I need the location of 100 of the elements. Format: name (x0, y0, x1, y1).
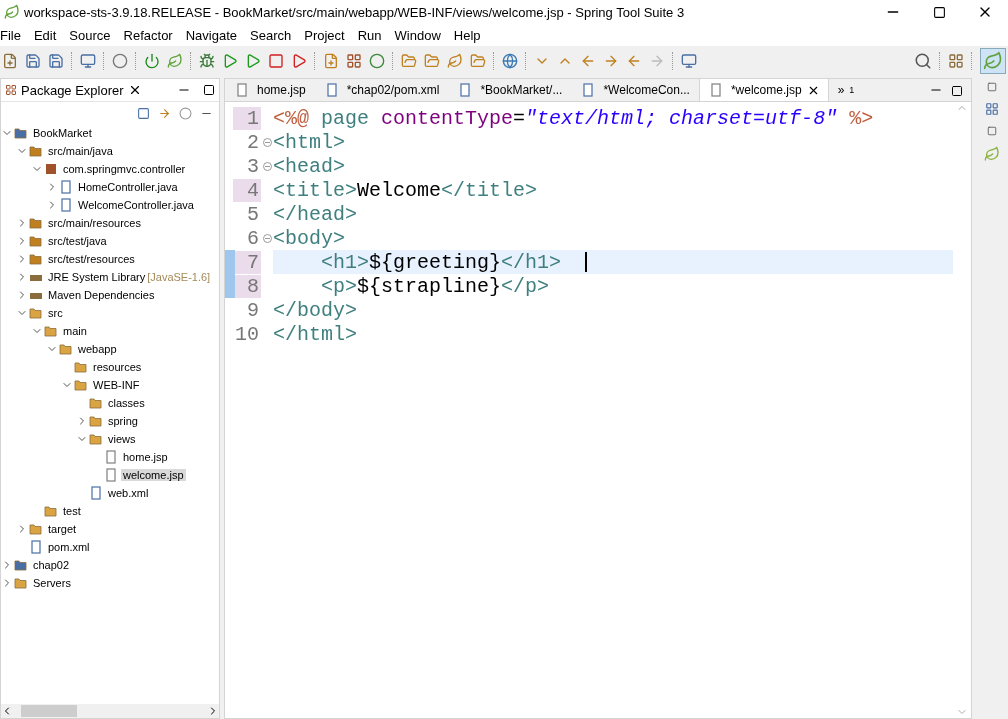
open-resource-icon[interactable] (424, 53, 440, 69)
folder-icon (29, 306, 43, 320)
line-number: 7 (233, 250, 261, 274)
tree-item[interactable]: web.xml (106, 487, 151, 499)
menu-item[interactable]: Source (62, 27, 117, 43)
tree-item[interactable]: src/main/resources (46, 217, 143, 229)
search-icon[interactable] (914, 52, 932, 70)
open-type-icon[interactable] (401, 53, 417, 69)
tree-item[interactable]: src/main/java (46, 145, 115, 157)
power-icon[interactable] (144, 53, 160, 69)
file-icon (104, 468, 118, 482)
open-console-icon[interactable] (681, 53, 697, 69)
menu-item[interactable]: Edit (26, 27, 63, 43)
open-perspective-icon[interactable] (948, 53, 964, 69)
folder-icon[interactable] (470, 53, 486, 69)
java-file-icon (59, 198, 73, 212)
editor-tab[interactable]: home.jsp (225, 78, 315, 101)
collapse-all-icon[interactable] (137, 106, 150, 120)
line-number: 3 (246, 154, 260, 178)
menu-item[interactable]: Project (297, 27, 351, 43)
menu-item[interactable]: Window (387, 27, 447, 43)
tree-item[interactable]: classes (106, 397, 147, 409)
leaf-icon[interactable] (167, 53, 183, 69)
tree-item-decoration: [JavaSE-1.6] (147, 271, 211, 283)
file-icon (104, 450, 118, 464)
tree-item[interactable]: main (61, 325, 89, 337)
maximize-icon[interactable] (932, 5, 946, 19)
fold-icon[interactable] (262, 161, 272, 171)
more-tabs-button[interactable]: » 1 (828, 78, 864, 101)
tree-item[interactable]: spring (106, 415, 140, 427)
debug-icon[interactable] (199, 53, 215, 69)
code-line: <html> (273, 130, 345, 154)
tree-item[interactable]: HomeController.java (76, 181, 180, 193)
external-tool-icon[interactable] (291, 53, 307, 69)
perspective-icon[interactable] (980, 48, 1006, 74)
tree-item[interactable]: com.springmvc.controller (61, 163, 188, 175)
run-server-icon[interactable] (245, 53, 261, 69)
save-icon[interactable] (25, 53, 41, 69)
tree-item[interactable]: home.jsp (121, 451, 170, 463)
stop-icon[interactable] (268, 53, 284, 69)
menu-item[interactable]: Search (243, 27, 298, 43)
focus-icon[interactable] (179, 106, 192, 120)
tree-item[interactable]: target (46, 523, 79, 535)
tree-item[interactable]: views (106, 433, 138, 445)
line-number: 9 (246, 298, 260, 322)
globe-icon[interactable] (502, 53, 518, 69)
code-line: <body> (273, 226, 345, 250)
back-icon[interactable] (626, 53, 642, 69)
tree-item[interactable]: BookMarket (31, 127, 94, 139)
line-number: 4 (233, 178, 261, 202)
tree-item[interactable]: welcome.jsp (121, 469, 186, 481)
editor-tab[interactable]: *WelcomeCon... (571, 78, 699, 101)
forward-edit-icon[interactable] (603, 53, 619, 69)
tree-item[interactable]: WEB-INF (91, 379, 142, 391)
code-line: <title>Welcome</title> (273, 178, 538, 202)
editor-tab[interactable]: *welcome.jsp (698, 78, 829, 101)
tree-item[interactable]: Maven Dependencies (46, 289, 157, 301)
tree-item[interactable]: pom.xml (46, 541, 92, 553)
tree-item[interactable]: JRE System Library (46, 271, 148, 283)
menu-item[interactable]: Navigate (178, 27, 243, 43)
panel-title[interactable]: Package Explorer (21, 82, 124, 98)
menu-item[interactable]: File (0, 27, 27, 43)
tree-item[interactable]: src (46, 307, 65, 319)
fold-icon[interactable] (262, 137, 272, 147)
restore-icon[interactable] (987, 82, 997, 92)
forward-icon[interactable] (649, 53, 665, 69)
maximize-icon[interactable] (951, 85, 963, 97)
scrollbar-thumb[interactable] (21, 705, 77, 717)
spring-explorer-icon[interactable] (984, 146, 1000, 162)
restore-icon[interactable] (987, 126, 997, 136)
fold-icon[interactable] (262, 233, 272, 243)
file-icon (235, 83, 249, 97)
folder-icon (74, 378, 88, 392)
menu-item[interactable]: Run (350, 27, 388, 43)
monitor-icon[interactable] (80, 53, 96, 69)
save-all-icon[interactable] (48, 53, 64, 69)
last-edit-icon[interactable] (580, 53, 596, 69)
tree-item[interactable]: test (61, 505, 83, 517)
tree-item[interactable]: webapp (76, 343, 119, 355)
new-package-icon[interactable] (346, 53, 362, 69)
code-line: <h1>${greeting}</h1> (320, 250, 562, 274)
line-number: 5 (246, 202, 260, 226)
maximize-icon[interactable] (203, 84, 215, 96)
new-file-icon[interactable] (2, 53, 18, 69)
tree-item[interactable]: resources (91, 361, 144, 373)
link-editor-icon[interactable] (158, 106, 171, 120)
run-icon[interactable] (222, 53, 238, 69)
menu-item[interactable]: Help (446, 27, 487, 43)
tree-item[interactable]: src/test/java (46, 235, 109, 247)
new-class-icon[interactable] (323, 53, 339, 69)
code-line: </body> (273, 298, 357, 322)
tree-item[interactable]: WelcomeController.java (76, 199, 196, 211)
tree-item[interactable]: Servers (31, 577, 73, 589)
package-folder-icon (29, 252, 43, 266)
pen-icon[interactable] (447, 53, 463, 69)
tree-item[interactable]: src/test/resources (46, 253, 137, 265)
menu-item[interactable]: Refactor (116, 27, 179, 43)
editor-tab[interactable]: *BookMarket/... (448, 78, 572, 101)
tree-item[interactable]: chap02 (31, 559, 72, 571)
editor-tab[interactable]: *chap02/pom.xml (314, 78, 449, 101)
